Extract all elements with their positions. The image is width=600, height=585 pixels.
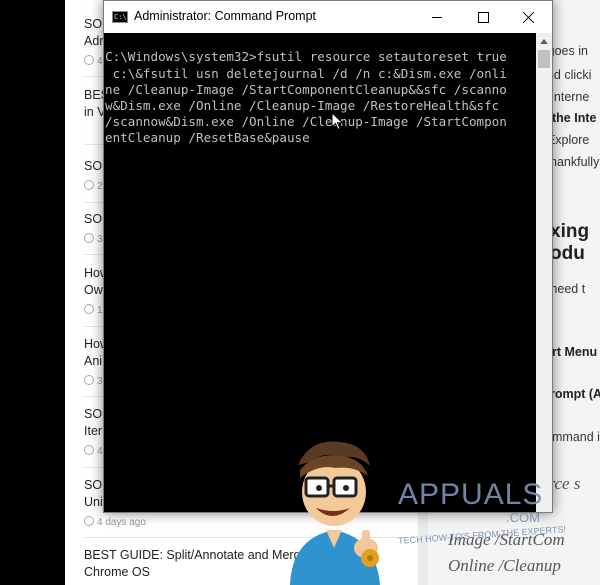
clock-icon	[84, 180, 94, 190]
scroll-thumb[interactable]	[538, 50, 550, 68]
watermark-brand: APPUALS	[398, 478, 544, 511]
console-line: ne /Cleanup-Image /StartComponentCleanup…	[105, 82, 507, 97]
clock-icon	[84, 233, 94, 243]
window-titlebar[interactable]: C:\ Administrator: Command Prompt	[104, 1, 552, 33]
watermark-domain: .COM	[506, 510, 540, 525]
cmd-icon[interactable]: C:\	[112, 11, 128, 23]
console-line: C:\Windows\system32>fsutil resource seta…	[105, 49, 507, 64]
console-line: /scannow&Dism.exe /Online /Cleanup-Image…	[105, 114, 507, 129]
article-text: rompt (A	[550, 387, 600, 401]
article-text: hankfully	[550, 155, 600, 169]
arrow-up-icon	[540, 38, 548, 44]
minimize-icon	[432, 16, 442, 18]
console-line: c:\&fsutil usn deletejournal /d /n c:&Di…	[105, 66, 507, 81]
article-text: the Inte	[552, 111, 597, 125]
clock-icon	[84, 55, 94, 65]
maximize-icon	[477, 11, 489, 23]
clock-icon	[84, 445, 94, 455]
console-line: w&Dism.exe /Online /Cleanup-Image /Resto…	[105, 98, 500, 113]
window-title: Administrator: Command Prompt	[134, 9, 317, 23]
clock-icon	[84, 375, 94, 385]
close-button[interactable]	[506, 1, 552, 33]
console-line: entCleanup /ResetBase&pause	[105, 130, 310, 145]
maximize-button[interactable]	[460, 1, 506, 33]
minimize-button[interactable]	[414, 1, 460, 33]
mouse-cursor-icon	[331, 112, 344, 131]
close-icon	[523, 11, 535, 23]
clock-icon	[84, 516, 94, 526]
article-heading: odu	[550, 243, 585, 264]
article-text: rt Menu	[552, 345, 598, 359]
clock-icon	[84, 304, 94, 314]
scroll-up-button[interactable]	[536, 33, 552, 49]
article-heading: xing	[550, 221, 590, 242]
